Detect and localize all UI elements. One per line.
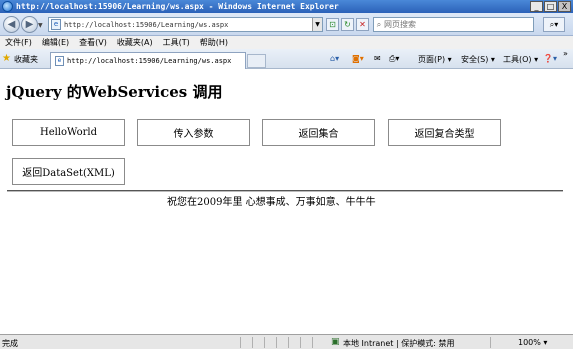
divider [7, 190, 563, 192]
return-complex-type-button[interactable]: 返回复合类型 [388, 119, 501, 146]
stop-icon[interactable]: ✕ [356, 18, 369, 31]
status-bar: 完成 ▣ 本地 Intranet | 保护模式: 禁用 100% ▾ [0, 334, 573, 349]
return-collection-button[interactable]: 返回集合 [262, 119, 375, 146]
feeds-icon[interactable]: ◙▾ [352, 54, 364, 63]
address-dropdown-icon[interactable]: ▼ [312, 18, 322, 31]
favorites-star-icon[interactable]: ★ [2, 53, 11, 64]
menu-favorites[interactable]: 收藏夹(A) [112, 37, 158, 48]
more-chevron-icon[interactable]: » [563, 49, 568, 58]
close-button[interactable]: X [558, 1, 571, 12]
favorites-button[interactable]: 收藏夹 [14, 54, 38, 65]
tab-current[interactable]: e http://localhost:15906/Learning/ws.asp… [50, 52, 246, 69]
tab-page-icon: e [55, 56, 64, 66]
status-segment [288, 337, 300, 348]
mail-icon[interactable]: ✉ [374, 54, 381, 63]
title-bar: http://localhost:15906/Learning/ws.aspx … [0, 0, 573, 13]
menu-bar: 文件(F) 编辑(E) 查看(V) 收藏夹(A) 工具(T) 帮助(H) [0, 36, 573, 49]
minimize-button[interactable]: _ [530, 1, 543, 12]
tab-title: http://localhost:15906/Learning/ws.aspx [67, 57, 232, 65]
status-segment [312, 337, 324, 348]
safety-menu[interactable]: 安全(S) ▾ [461, 54, 495, 65]
search-button[interactable]: ⌕▾ [543, 17, 565, 32]
page-menu[interactable]: 页面(P) ▾ [418, 54, 452, 65]
status-segment [276, 337, 288, 348]
search-provider-icon: ⌕ [376, 19, 382, 29]
print-icon[interactable]: ⎙▾ [389, 54, 399, 64]
status-text: 完成 [2, 339, 18, 348]
tools-menu[interactable]: 工具(O) ▾ [503, 54, 538, 65]
security-zone-text[interactable]: 本地 Intranet | 保护模式: 禁用 [343, 338, 454, 349]
address-bar[interactable]: e http://localhost:15906/Learning/ws.asp… [48, 17, 323, 32]
page-content: jQuery 的WebServices 调用 HelloWorld 传入参数 返… [0, 70, 573, 334]
status-segment [300, 337, 312, 348]
status-segment [264, 337, 276, 348]
page-title: jQuery 的WebServices 调用 [6, 83, 223, 101]
search-input[interactable] [384, 20, 524, 29]
status-segment [252, 337, 264, 348]
favorites-bar: ★ 收藏夹 e http://localhost:15906/Learning/… [0, 49, 573, 69]
return-dataset-button[interactable]: 返回DataSet(XML) [12, 158, 125, 185]
maximize-button[interactable]: □ [544, 1, 557, 12]
address-url[interactable]: http://localhost:15906/Learning/ws.aspx [64, 21, 228, 29]
window-title: http://localhost:15906/Learning/ws.aspx … [16, 2, 339, 11]
history-dropdown-icon[interactable]: ▼ [38, 22, 43, 29]
menu-view[interactable]: 查看(V) [74, 37, 112, 48]
status-segment [490, 337, 516, 348]
help-menu[interactable]: ❓▾ [543, 54, 557, 63]
search-box[interactable]: ⌕ [373, 17, 534, 32]
window-controls: _ □ X [530, 1, 571, 12]
back-button[interactable]: ◀ [3, 16, 20, 33]
home-icon[interactable]: ⌂▾ [330, 54, 339, 63]
status-segment [240, 337, 252, 348]
intranet-zone-icon: ▣ [331, 337, 340, 347]
zoom-level[interactable]: 100% ▾ [518, 338, 547, 347]
menu-edit[interactable]: 编辑(E) [37, 37, 74, 48]
menu-help[interactable]: 帮助(H) [195, 37, 233, 48]
menu-tools[interactable]: 工具(T) [158, 37, 195, 48]
compatibility-icon[interactable]: ⊡ [326, 18, 339, 31]
pass-params-button[interactable]: 传入参数 [137, 119, 250, 146]
ie-app-icon [2, 1, 13, 12]
address-row: ◀ ▶ ▼ e http://localhost:15906/Learning/… [0, 13, 573, 36]
new-tab-button[interactable] [247, 54, 266, 68]
helloworld-button[interactable]: HelloWorld [12, 119, 125, 146]
forward-button[interactable]: ▶ [21, 16, 38, 33]
result-message: 祝您在2009年里 心想事成、万事如意、牛牛牛 [167, 197, 376, 208]
refresh-icon[interactable]: ↻ [341, 18, 354, 31]
menu-file[interactable]: 文件(F) [0, 37, 37, 48]
page-icon: e [51, 19, 61, 30]
